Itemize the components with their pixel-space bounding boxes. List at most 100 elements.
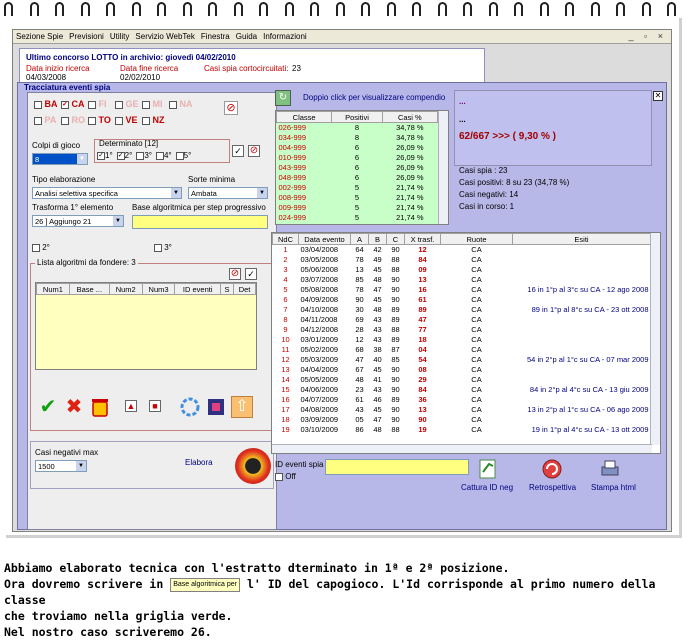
wheel-ve[interactable]: VE xyxy=(115,115,142,125)
determinato-checkbox[interactable]: ✓ xyxy=(116,151,125,160)
determinato-checkbox[interactable]: ✓ xyxy=(97,151,105,160)
compendio-label[interactable]: Doppio click per visualizzare compendio xyxy=(303,93,445,102)
off-toggle[interactable]: Off xyxy=(275,472,296,481)
move-up-icon[interactable]: ▲ xyxy=(125,400,137,412)
wheel-checkbox[interactable] xyxy=(142,100,150,109)
table-row[interactable]: 2 03/05/2008 78 49 88 84 CA xyxy=(273,255,651,265)
list-column-header[interactable]: Num3 xyxy=(141,283,176,295)
wheel-fi[interactable]: FI xyxy=(88,99,115,109)
list-column-header[interactable]: ID eventi xyxy=(174,283,221,295)
class-column-header[interactable]: Classe xyxy=(276,111,333,123)
retrospettiva-icon[interactable] xyxy=(541,458,563,480)
determinato-checkbox[interactable] xyxy=(175,151,184,160)
capture-button-label[interactable]: Cattura ID neg xyxy=(461,483,513,492)
list-column-header[interactable]: S xyxy=(219,283,235,295)
table-row[interactable]: 010-999 6 26,09 % xyxy=(277,153,438,163)
table-row[interactable]: 11 05/02/2009 68 38 87 04 CA xyxy=(273,345,651,355)
table-row[interactable]: 3 05/06/2008 13 45 88 09 CA xyxy=(273,265,651,275)
table-row[interactable]: 12 05/03/2009 47 40 85 54 CA 54 in 2°p al 1°c s… xyxy=(273,355,651,365)
wheel-checkbox[interactable] xyxy=(34,100,42,109)
class-grid[interactable]: Classe Positivi Casi % 026-999 8 34,78 % 034-… xyxy=(275,110,449,225)
wheel-checkbox[interactable] xyxy=(142,116,150,125)
opt-3rd[interactable]: 3° xyxy=(154,243,172,252)
determinato-option[interactable]: 3° xyxy=(136,151,152,160)
retrospettiva-button-label[interactable]: Retrospettiva xyxy=(529,483,576,492)
menu-item[interactable]: Finestra xyxy=(198,30,233,43)
determinato-option[interactable]: 4° xyxy=(155,151,172,160)
elabora-button[interactable] xyxy=(235,448,271,484)
table-row[interactable]: 5 05/08/2008 78 47 90 16 CA 16 in 1°p al 3°c su… xyxy=(273,285,651,295)
opt-2nd[interactable]: 2° xyxy=(32,243,50,252)
event-column-header[interactable]: X trasf. xyxy=(404,233,441,245)
table-row[interactable]: 8 04/11/2008 69 43 89 47 CA xyxy=(273,315,651,325)
wheel-checkbox[interactable] xyxy=(61,116,69,125)
wheel-checkbox[interactable] xyxy=(169,100,177,109)
table-row[interactable]: 002-999 5 21,74 % xyxy=(277,183,438,193)
confirm-icon[interactable]: ✓ xyxy=(245,268,257,280)
wheel-ba[interactable]: BA xyxy=(34,99,61,109)
algorithm-grid[interactable]: Num1 Base ... Num2 Num3 ID eventi S Det xyxy=(35,282,257,370)
menu-item[interactable]: Informazioni xyxy=(260,30,310,43)
determinato-option[interactable]: ✓1° xyxy=(97,151,113,160)
upload-icon[interactable]: ⇧ xyxy=(231,396,253,418)
table-row[interactable]: 004-999 6 26,09 % xyxy=(277,143,438,153)
clear-wheels-icon[interactable]: ⊘ xyxy=(224,101,238,115)
wheel-ro[interactable]: RO xyxy=(61,115,88,125)
events-hscrollbar[interactable] xyxy=(272,444,652,453)
move-down-icon[interactable]: ■ xyxy=(149,400,161,412)
wheel-checkbox[interactable] xyxy=(88,116,96,125)
export-icon[interactable] xyxy=(205,396,227,418)
tipo-select[interactable]: Analisi selettiva specifica ▼ xyxy=(32,187,182,199)
trasforma-select[interactable]: 26 ] Aggiungo 21 ▼ xyxy=(32,215,124,227)
checkbox-2nd[interactable] xyxy=(32,243,40,252)
list-column-header[interactable]: Num1 xyxy=(36,283,70,295)
off-checkbox[interactable] xyxy=(275,472,283,481)
menu-item[interactable]: Utility xyxy=(107,30,133,43)
uncheck-all-icon[interactable]: ⊘ xyxy=(248,145,260,157)
capture-icon[interactable] xyxy=(477,458,499,480)
table-row[interactable]: 9 04/12/2008 28 43 88 77 CA xyxy=(273,325,651,335)
sorte-select[interactable]: Ambata ▼ xyxy=(188,187,268,199)
table-row[interactable]: 009-999 5 21,74 % xyxy=(277,203,438,213)
table-row[interactable]: 19 03/10/2009 86 48 88 19 CA 19 in 1°p al 4°c s… xyxy=(273,425,651,435)
table-row[interactable]: 15 04/06/2009 23 43 90 84 CA 84 in 2°p al 4°c s… xyxy=(273,385,651,395)
printer-icon[interactable] xyxy=(599,458,621,480)
events-grid[interactable]: NdC Data evento A B C X trasf. Ruote Esiti 1 03/… xyxy=(271,232,661,454)
event-column-header[interactable]: A xyxy=(350,233,369,245)
print-button-label[interactable]: Stampa html xyxy=(591,483,636,492)
table-row[interactable]: 7 04/10/2008 30 48 89 89 CA 89 in 1°p al 8°c su… xyxy=(273,305,651,315)
confirm-check-icon[interactable]: ✔ xyxy=(37,396,59,418)
wheel-pa[interactable]: PA xyxy=(34,115,61,125)
wheel-na[interactable]: NA xyxy=(169,99,196,109)
wheel-checkbox[interactable] xyxy=(115,100,123,109)
event-column-header[interactable]: B xyxy=(368,233,387,245)
wheel-mi[interactable]: MI xyxy=(142,99,169,109)
event-column-header[interactable]: Esiti xyxy=(512,233,651,245)
list-column-header[interactable]: Base ... xyxy=(68,283,110,295)
list-column-header[interactable]: Det xyxy=(233,283,256,295)
table-row[interactable]: 1 03/04/2008 64 42 90 12 CA xyxy=(273,245,651,255)
window-controls[interactable]: _ ▫ × xyxy=(629,31,667,41)
wheel-ge[interactable]: GE xyxy=(115,99,142,109)
table-row[interactable]: 17 04/08/2009 43 45 90 13 CA 13 in 2°p al 1°c s… xyxy=(273,405,651,415)
table-row[interactable]: 14 05/05/2009 48 41 90 29 CA xyxy=(273,375,651,385)
close-icon[interactable]: ✕ xyxy=(653,91,663,101)
table-row[interactable]: 4 03/07/2008 85 48 90 13 CA xyxy=(273,275,651,285)
checkbox-3rd[interactable] xyxy=(154,243,162,252)
wheel-checkbox[interactable] xyxy=(115,116,123,125)
casi-neg-select[interactable]: 1500 ▼ xyxy=(35,460,87,472)
determinato-checkbox[interactable] xyxy=(155,151,164,160)
menu-item[interactable]: Guida xyxy=(233,30,260,43)
refresh-icon[interactable] xyxy=(179,396,201,418)
table-row[interactable]: 13 04/04/2009 67 45 90 08 CA xyxy=(273,365,651,375)
wheel-to[interactable]: TO xyxy=(88,115,115,125)
table-row[interactable]: 026-999 8 34,78 % xyxy=(277,123,438,133)
colpi-select[interactable]: 8 ▼ xyxy=(32,153,88,165)
trash-icon[interactable] xyxy=(89,396,111,418)
determinato-option[interactable]: ✓2° xyxy=(116,151,132,160)
remove-icon[interactable]: ⊘ xyxy=(229,268,241,280)
delete-x-icon[interactable]: ✖ xyxy=(63,396,85,418)
event-column-header[interactable]: C xyxy=(386,233,405,245)
event-column-header[interactable]: NdC xyxy=(272,233,299,245)
wheel-checkbox[interactable]: ✓ xyxy=(61,100,69,109)
